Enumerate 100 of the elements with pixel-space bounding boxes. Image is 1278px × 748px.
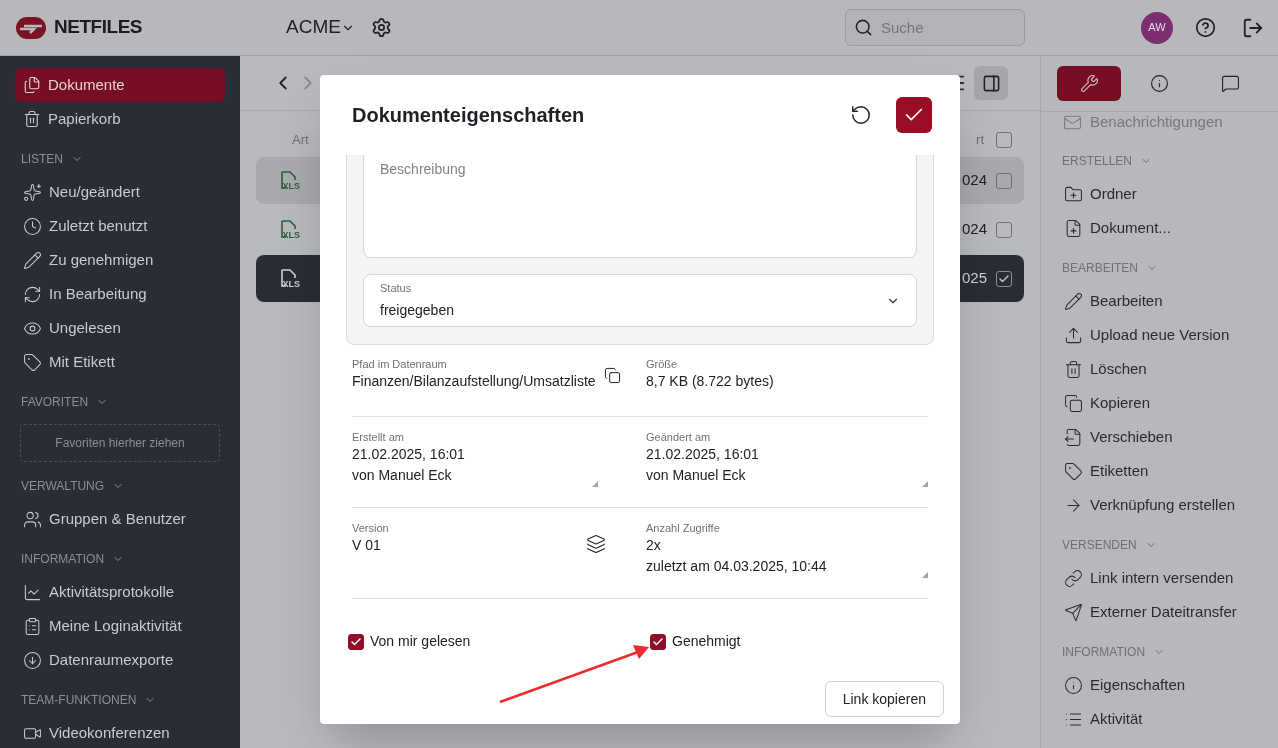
sidebar-item[interactable]: Gruppen & Benutzer (0, 502, 240, 536)
user-avatar[interactable]: AW (1141, 11, 1173, 44)
field-value: V 01 (352, 536, 381, 555)
send-icon (1064, 602, 1083, 622)
action-item[interactable]: Löschen (1041, 352, 1278, 386)
reset-icon[interactable] (850, 104, 872, 126)
file-plus-icon (1064, 218, 1083, 238)
info-icon (1064, 675, 1083, 695)
sidebar-item[interactable]: Neu/geändert (0, 175, 240, 209)
action-item[interactable]: Aktivität (1041, 702, 1278, 736)
resize-grip-icon[interactable] (922, 481, 928, 487)
copy-icon[interactable] (604, 367, 621, 384)
description-field[interactable]: Beschreibung (363, 155, 917, 258)
sidebar-item[interactable]: Ungelesen (0, 311, 240, 345)
info-icon (1150, 74, 1169, 93)
sidebar-item[interactable]: Zu genehmigen (0, 243, 240, 277)
section-title: BEARBEITEN (1062, 260, 1139, 277)
select-all-checkbox[interactable] (996, 132, 1012, 148)
section-title: ERSTELLEN (1062, 153, 1133, 170)
sidebar-item[interactable]: Aktivitätsprotokolle (0, 575, 240, 609)
checkmark-icon (350, 635, 362, 648)
action-item[interactable]: Etiketten (1041, 454, 1278, 488)
section-title: VERSENDEN (1062, 537, 1137, 554)
row-checkbox[interactable] (996, 221, 1012, 238)
sidebar-item[interactable]: Mit Etikett (0, 345, 240, 379)
panel-toggle-button[interactable] (974, 66, 1008, 100)
action-item[interactable]: Verschieben (1041, 420, 1278, 454)
field-value: zuletzt am 04.03.2025, 10:44 (646, 557, 827, 576)
checkbox-label: Von mir gelesen (370, 632, 471, 651)
sidebar-item[interactable]: Videokonferenzen (0, 716, 240, 748)
action-item[interactable]: Verknüpfung erstellen (1041, 488, 1278, 522)
action-item[interactable]: Link intern versenden (1041, 561, 1278, 595)
modified-date: 024 (961, 170, 987, 191)
refresh-icon (23, 284, 42, 304)
stack-icon[interactable] (586, 534, 606, 554)
sidebar-item[interactable]: Zuletzt benutzt (0, 209, 240, 243)
tag-icon (23, 352, 42, 372)
sidebar-item[interactable]: Dokumente (15, 68, 225, 102)
tag-icon (1064, 461, 1083, 481)
users-icon (23, 509, 42, 529)
field-label: Anzahl Zugriffe (646, 521, 720, 535)
tools-tab[interactable] (1057, 66, 1121, 101)
resize-grip-icon[interactable] (922, 572, 928, 578)
logout-icon[interactable] (1242, 16, 1264, 39)
search-icon (854, 18, 873, 37)
modified-date: 024 (961, 219, 987, 240)
status-select[interactable]: Status freigegeben (363, 274, 917, 327)
field-value: 8,7 KB (8.722 bytes) (646, 372, 774, 391)
sparkle-star-icon (23, 182, 42, 202)
sidebar-item[interactable]: Papierkorb (15, 102, 225, 136)
action-item[interactable]: Dokument... (1041, 211, 1278, 245)
favorites-dropzone[interactable]: Favoriten hierher ziehen (20, 424, 220, 462)
sidebar-item[interactable]: In Bearbeitung (0, 277, 240, 311)
pencil-icon (1064, 291, 1083, 311)
section-title: LISTEN (21, 151, 63, 168)
action-item[interactable]: Upload neue Version (1041, 318, 1278, 352)
download-circle-icon (23, 650, 42, 670)
search-field[interactable]: Suche (845, 9, 1025, 46)
action-item[interactable]: Externer Dateitransfer (1041, 595, 1278, 629)
field-value: 21.02.2025, 16:01 (646, 445, 759, 464)
dialog-title: Dokumenteigenschaften (352, 103, 585, 128)
row-checkbox[interactable] (996, 172, 1012, 189)
trash-icon (1064, 359, 1083, 379)
field-value: 2x (646, 536, 661, 555)
wrench-icon (1079, 74, 1099, 93)
line-chart-icon (23, 582, 42, 602)
speech-bubble-icon (1220, 74, 1240, 93)
field-label: Geändert am (646, 430, 711, 444)
sidebar-item[interactable]: Meine Loginaktivität (0, 609, 240, 643)
help-icon[interactable] (1195, 17, 1216, 38)
copy-link-button[interactable]: Link kopieren (824, 681, 944, 717)
section-title: TEAM-FUNKTIONEN (21, 692, 137, 709)
field-value: von Manuel Eck (646, 466, 746, 485)
workspace-selector[interactable]: ACME (286, 13, 355, 42)
section-title: VERWALTUNG (21, 478, 105, 495)
folder-plus-icon (1064, 184, 1083, 204)
logo-text: NETFILES (54, 15, 143, 40)
action-item[interactable]: Kopieren (1041, 386, 1278, 420)
section-title: INFORMATION (21, 551, 105, 568)
upload-icon (1064, 325, 1083, 345)
action-item[interactable]: Ordner (1041, 177, 1278, 211)
field-label: Pfad im Datenraum (352, 357, 447, 371)
action-item[interactable]: Bearbeiten (1041, 284, 1278, 318)
confirm-button[interactable] (896, 97, 932, 133)
sidebar-item[interactable]: Datenraumexporte (0, 643, 240, 677)
checkmark-icon (998, 272, 1010, 285)
settings-icon[interactable] (370, 17, 392, 38)
copy-icon (1064, 393, 1083, 413)
checkbox-label: Genehmigt (672, 632, 741, 651)
documents-icon (23, 76, 41, 94)
modified-date: 025 (961, 268, 987, 289)
checkbox[interactable] (348, 633, 364, 650)
checkbox[interactable] (650, 633, 666, 650)
file-export-icon (1064, 427, 1083, 447)
action-item[interactable]: Eigenschaften (1041, 668, 1278, 702)
resize-grip-icon[interactable] (592, 481, 598, 487)
section-title: FAVORITEN (21, 394, 89, 411)
field-value: Finanzen/Bilanzaufstellung/Umsatzliste (352, 372, 596, 391)
row-checkbox[interactable] (996, 270, 1012, 287)
clock-icon (23, 216, 42, 236)
